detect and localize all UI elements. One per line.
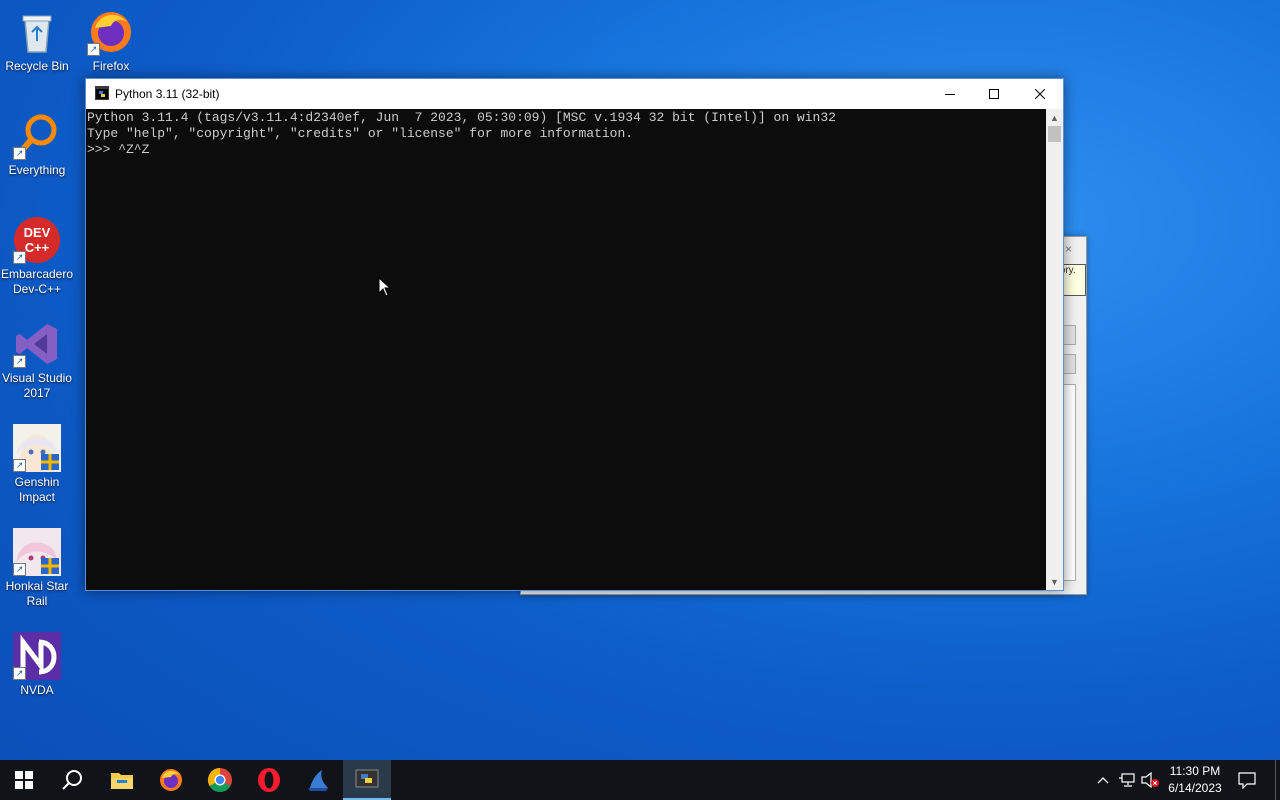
taskbar-opera[interactable]: [245, 760, 293, 800]
taskbar-firefox[interactable]: [147, 760, 195, 800]
taskbar-clock[interactable]: 11:30 PM 6/14/2023: [1160, 763, 1230, 797]
show-hidden-icons-chevron[interactable]: [1092, 760, 1114, 800]
vertical-scrollbar[interactable]: ▲ ▼: [1046, 109, 1063, 590]
volume-muted-icon[interactable]: [1139, 760, 1161, 800]
shortcut-arrow-icon: ↗: [87, 43, 100, 56]
shortcut-arrow-icon: ↗: [13, 459, 26, 472]
shortcut-arrow-icon: ↗: [13, 667, 26, 680]
background-dialog-close-icon[interactable]: ×: [1065, 242, 1072, 256]
desktop-icon-devcpp[interactable]: DEV C++ ↗ Embarcadero Dev-C++: [0, 216, 75, 297]
genshin-icon: ↗: [13, 424, 61, 472]
minimize-icon: [945, 94, 955, 95]
shortcut-arrow-icon: ↗: [13, 355, 26, 368]
desktop-icon-label: NVDA: [20, 683, 54, 697]
file-explorer-icon: [111, 773, 133, 789]
maximize-button[interactable]: [971, 79, 1017, 109]
desktop-icon-genshin[interactable]: ↗ Genshin Impact: [0, 424, 75, 505]
console-line: Python 3.11.4 (tags/v3.11.4:d2340ef, Jun…: [87, 110, 836, 125]
console-line: Type "help", "copyright", "credits" or "…: [87, 126, 634, 141]
start-button[interactable]: [0, 760, 48, 800]
visual-studio-icon: ↗: [13, 320, 61, 368]
close-button[interactable]: [1017, 79, 1063, 109]
desktop-icon-label: Firefox: [92, 59, 130, 73]
nvda-icon: ↗: [13, 632, 61, 680]
devcpp-icon: DEV C++ ↗: [13, 216, 61, 264]
show-desktop-divider[interactable]: [1275, 760, 1276, 800]
minimize-button[interactable]: [927, 79, 973, 109]
console-output[interactable]: Python 3.11.4 (tags/v3.11.4:d2340ef, Jun…: [86, 109, 1046, 590]
shortcut-arrow-icon: ↗: [13, 563, 26, 576]
taskbar-file-explorer[interactable]: [98, 760, 146, 800]
network-icon[interactable]: [1116, 760, 1138, 800]
desktop-icon-honkai[interactable]: ↗ Honkai Star Rail: [0, 528, 75, 609]
taskbar-app[interactable]: [294, 760, 342, 800]
taskbar: 11:30 PM 6/14/2023: [0, 760, 1280, 800]
desktop-icon-label: Honkai Star Rail: [5, 579, 69, 608]
desktop-icon-visual-studio[interactable]: ↗ Visual Studio 2017: [0, 320, 75, 401]
shortcut-arrow-icon: ↗: [13, 251, 26, 264]
desktop-icon-label: Visual Studio 2017: [2, 371, 72, 400]
everything-search-icon: ↗: [13, 112, 61, 160]
clock-time: 11:30 PM: [1169, 764, 1221, 778]
clock-date: 6/14/2023: [1168, 781, 1222, 795]
desktop-icon-label: Genshin Impact: [14, 475, 60, 504]
python-console-window[interactable]: Python 3.11 (32-bit) Python 3.11.4 (tags…: [85, 78, 1064, 591]
firefox-icon: [160, 769, 182, 791]
desktop-icon-label: Recycle Bin: [5, 59, 69, 73]
scrollbar-thumb[interactable]: [1048, 126, 1061, 142]
background-dialog-list[interactable]: [1062, 384, 1076, 581]
scroll-down-icon[interactable]: ▼: [1046, 573, 1063, 590]
window-title: Python 3.11 (32-bit): [115, 87, 220, 101]
search-icon: [62, 770, 82, 790]
desktop-icon-firefox[interactable]: ↗ Firefox: [73, 8, 149, 74]
firefox-icon: ↗: [87, 8, 135, 56]
honkai-icon: ↗: [13, 528, 61, 576]
shortcut-arrow-icon: ↗: [13, 147, 26, 160]
opera-icon: [258, 768, 280, 792]
taskbar-python[interactable]: [343, 760, 391, 800]
notification-icon[interactable]: [1232, 760, 1262, 800]
app-icon: [308, 770, 328, 791]
taskbar-chrome[interactable]: [196, 760, 244, 800]
console-prompt-line: >>> ^Z^Z: [87, 142, 150, 157]
python-icon: [95, 86, 109, 100]
scroll-up-icon[interactable]: ▲: [1046, 109, 1063, 126]
chrome-icon: [207, 768, 232, 793]
python-icon: [355, 769, 379, 788]
close-icon: [1035, 89, 1045, 99]
desktop-icon-nvda[interactable]: ↗ NVDA: [0, 632, 75, 698]
recycle-bin-icon: [13, 8, 61, 56]
mouse-cursor-icon: [378, 276, 392, 297]
desktop-icon-label: Everything: [8, 163, 66, 177]
desktop-icon-recycle-bin[interactable]: Recycle Bin: [0, 8, 75, 74]
window-titlebar[interactable]: Python 3.11 (32-bit): [86, 79, 1063, 109]
desktop-icon-label: Embarcadero Dev-C++: [0, 267, 74, 296]
maximize-icon: [989, 89, 999, 99]
chevron-up-icon: [1097, 777, 1109, 784]
start-icon: [15, 771, 33, 789]
search-button[interactable]: [48, 760, 96, 800]
desktop-icon-everything[interactable]: ↗ Everything: [0, 112, 75, 178]
